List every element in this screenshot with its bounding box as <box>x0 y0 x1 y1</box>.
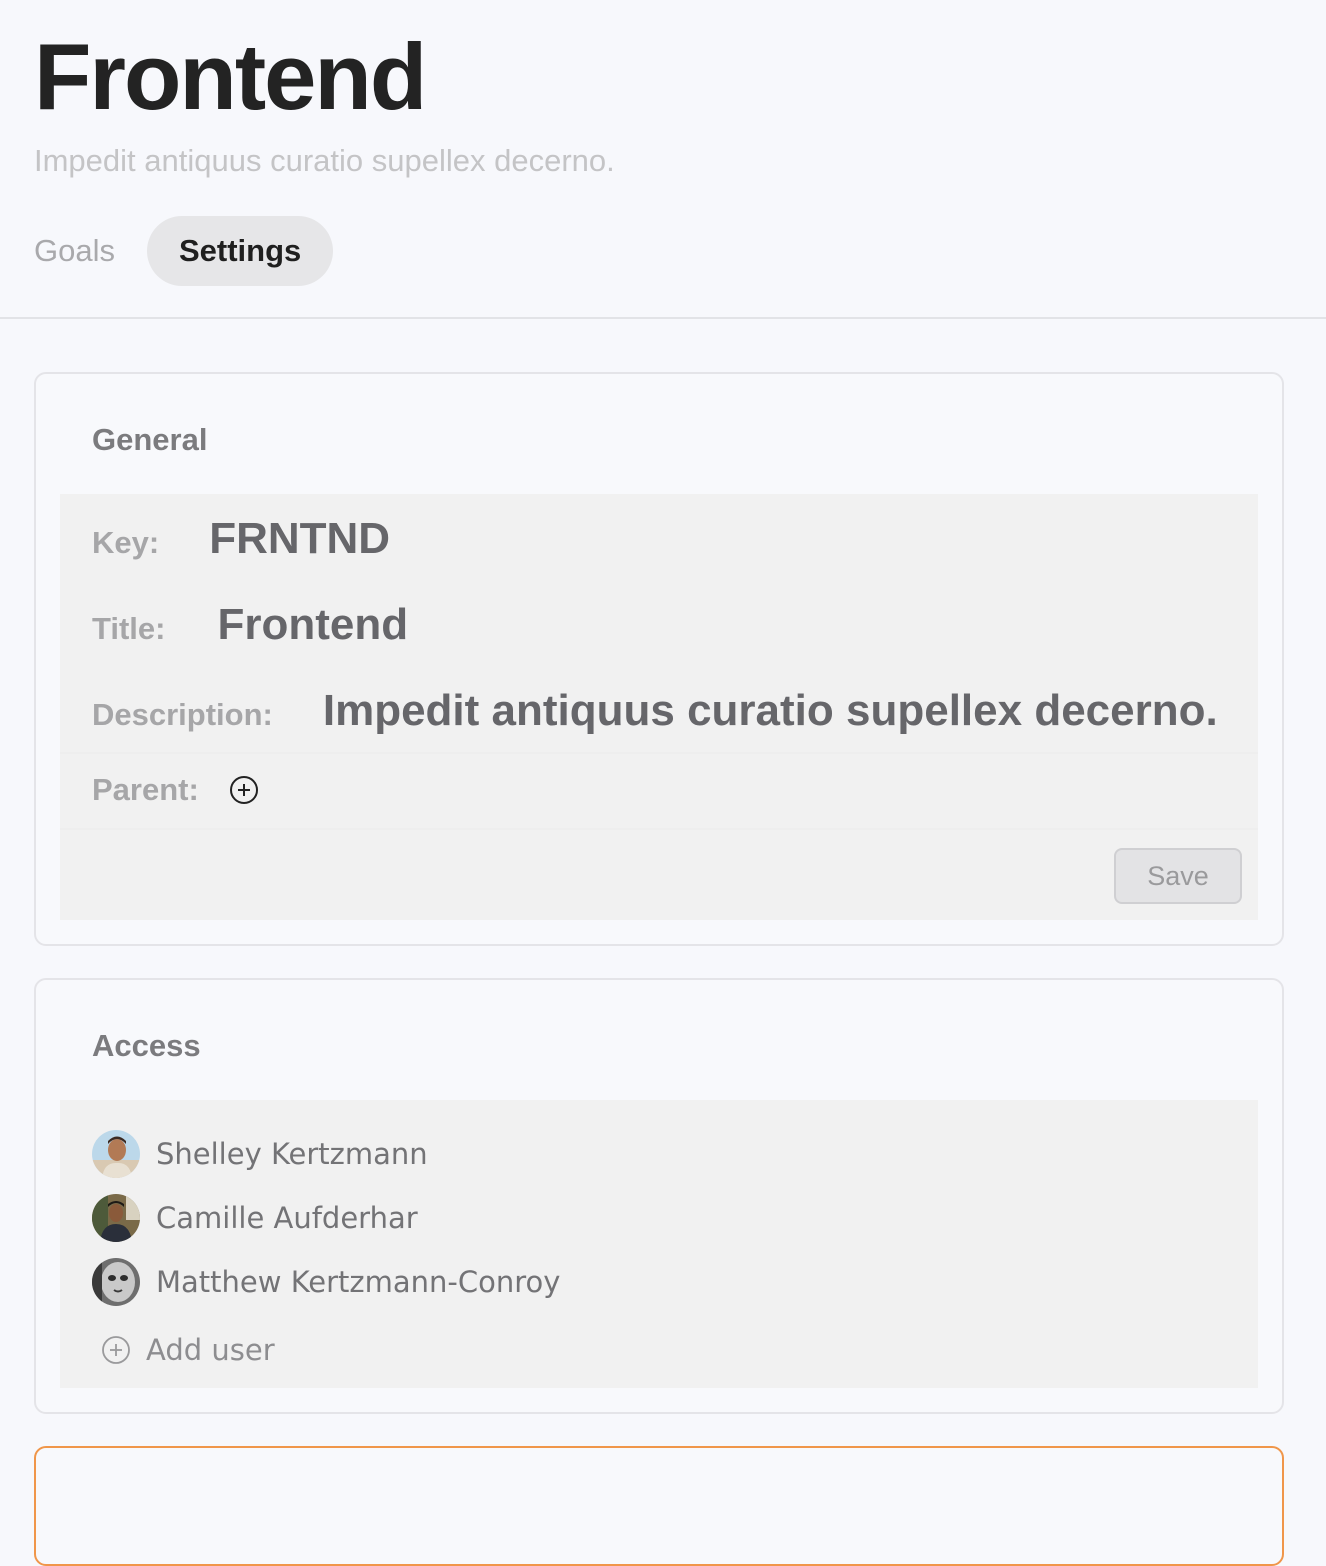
parent-strip: Parent: <box>60 752 1258 830</box>
user-list: Shelley Kertzmann Camille Aufderhar Matt… <box>92 1122 560 1382</box>
avatar <box>92 1258 140 1306</box>
description-label: Description: <box>92 697 273 732</box>
general-panel: Key: FRNTND Title: Frontend Description:… <box>60 494 1258 920</box>
plus-circle-icon[interactable] <box>229 775 259 805</box>
save-button[interactable]: Save <box>1114 848 1242 904</box>
access-card: Access Shelley Kertzmann Camille Aufderh… <box>34 978 1284 1414</box>
user-name: Matthew Kertzmann-Conroy <box>156 1265 561 1299</box>
plus-circle-icon <box>102 1336 130 1364</box>
user-item[interactable]: Shelley Kertzmann <box>92 1122 560 1186</box>
user-name: Camille Aufderhar <box>156 1201 418 1235</box>
avatar <box>92 1130 140 1178</box>
user-item[interactable]: Camille Aufderhar <box>92 1186 560 1250</box>
parent-row: Parent: <box>92 772 259 808</box>
key-label: Key: <box>92 525 160 560</box>
user-name: Shelley Kertzmann <box>156 1137 428 1171</box>
key-row: Key: FRNTND <box>92 514 390 564</box>
parent-label: Parent: <box>92 772 199 807</box>
title-value[interactable]: Frontend <box>218 600 409 650</box>
description-row: Description: Impedit antiquus curatio su… <box>92 686 1218 736</box>
key-value[interactable]: FRNTND <box>209 514 390 564</box>
user-item[interactable]: Matthew Kertzmann-Conroy <box>92 1250 560 1314</box>
general-card: General Key: FRNTND Title: Frontend Desc… <box>34 372 1284 946</box>
add-user-label: Add user <box>146 1333 275 1367</box>
general-heading: General <box>92 422 208 457</box>
avatar <box>92 1194 140 1242</box>
page-subtitle: Impedit antiquus curatio supellex decern… <box>34 143 615 178</box>
tab-settings[interactable]: Settings <box>146 216 334 286</box>
page-header: Frontend Impedit antiquus curatio supell… <box>0 0 1326 319</box>
access-heading: Access <box>92 1028 201 1063</box>
access-panel: Shelley Kertzmann Camille Aufderhar Matt… <box>60 1100 1258 1388</box>
add-user-button[interactable]: Add user <box>92 1318 560 1382</box>
tab-goals[interactable]: Goals <box>34 216 147 286</box>
page-title: Frontend <box>34 24 427 129</box>
description-value[interactable]: Impedit antiquus curatio supellex decern… <box>323 686 1218 736</box>
title-label: Title: <box>92 611 166 646</box>
tab-bar: Goals Settings <box>34 216 334 286</box>
title-row: Title: Frontend <box>92 600 408 650</box>
danger-zone-card <box>34 1446 1284 1566</box>
